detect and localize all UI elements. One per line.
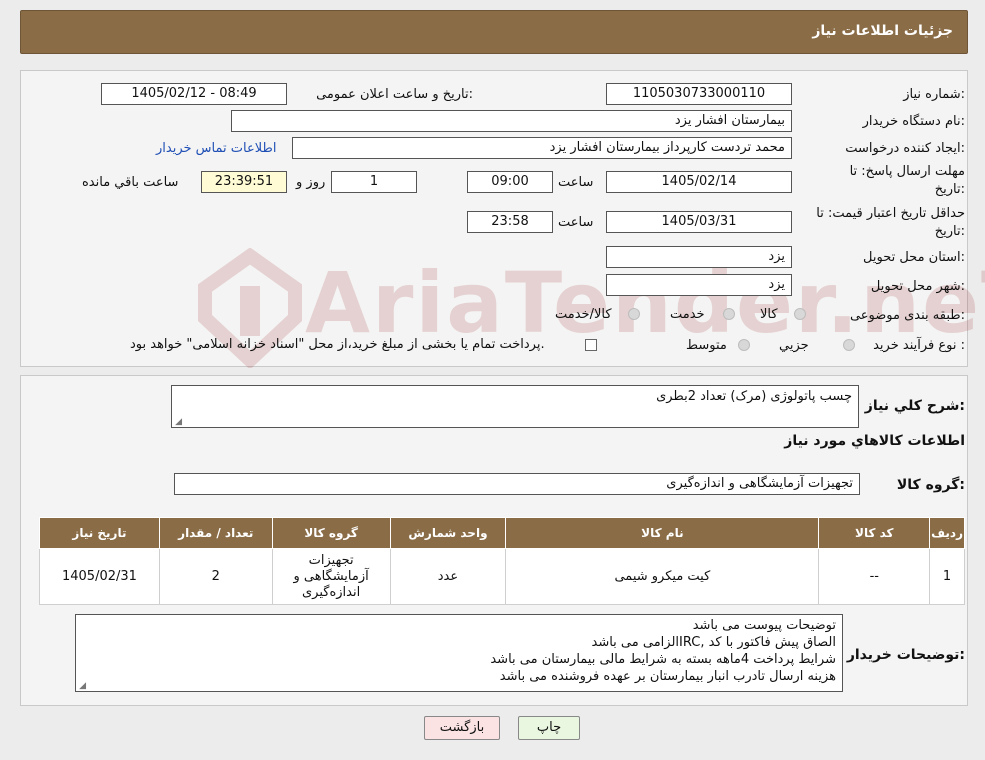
purchase-note: پرداخت تمام یا بخشی از مبلغ خرید،از محل …: [130, 337, 545, 352]
buyer-org-label: نام دستگاه خریدار:: [862, 114, 965, 129]
back-button[interactable]: بازگشت: [424, 716, 500, 740]
validity-time-label: ساعت: [558, 215, 594, 230]
summary-text: چسب پاتولوژی (مرک) تعداد 2بطری: [656, 389, 852, 404]
need-number-field[interactable]: 1105030733000110: [606, 83, 792, 105]
buyer-notes-line: توضیحات پیوست می باشد: [692, 618, 836, 633]
goods-group-label: گروه کالا:: [896, 477, 965, 493]
buyer-notes-line: شرایط پرداخت 4ماهه بسته به شرایط مالی بی…: [490, 652, 836, 667]
days-remaining-field[interactable]: 1: [331, 171, 417, 193]
col-unit: واحد شمارش: [389, 517, 507, 549]
resize-grip-icon[interactable]: ◢: [174, 418, 182, 427]
treasury-checkbox[interactable]: [585, 339, 597, 351]
creator-field[interactable]: محمد تردست کارپرداز بیمارستان افشار یزد: [292, 137, 792, 159]
validity-date-field[interactable]: 1405/03/31: [606, 211, 792, 233]
buyer-notes-line: هزینه ارسال تادرب انبار بیمارستان بر عهد…: [499, 669, 836, 684]
city-field[interactable]: یزد: [606, 274, 792, 296]
deadline-time-label: ساعت: [558, 175, 594, 190]
validity-label-line2: تاریخ:: [934, 224, 965, 239]
col-item-code: کد کالا: [818, 517, 931, 549]
col-item-name: نام کالا: [505, 517, 820, 549]
buyer-notes-textarea[interactable]: توضیحات پیوست می باشد الصاق پیش فاکتور ب…: [75, 614, 843, 692]
province-field[interactable]: یزد: [606, 246, 792, 268]
cell-item-group: تجهیزات آزمایشگاهی و اندازه‌گیری: [271, 548, 391, 605]
category-service-radio[interactable]: [723, 308, 735, 320]
cell-item-name: کیت میکرو شیمی: [505, 548, 820, 605]
validity-label: حداقل تاریخ اعتبار قیمت: تا: [816, 206, 965, 221]
purchase-medium-radio[interactable]: [738, 339, 750, 351]
col-row-number: ردیف: [929, 517, 965, 549]
resize-grip-icon[interactable]: ◢: [78, 682, 86, 691]
deadline-label: مهلت ارسال پاسخ: تا: [849, 164, 965, 179]
category-goods-service-label: کالا/خدمت: [555, 307, 612, 322]
announce-label: تاریخ و ساعت اعلان عمومی:: [316, 87, 473, 102]
purchase-minor-radio[interactable]: [843, 339, 855, 351]
col-item-group: گروه کالا: [271, 517, 391, 549]
category-service-label: خدمت: [670, 307, 705, 322]
creator-label: ایجاد کننده درخواست:: [845, 141, 965, 156]
summary-label: شرح کلي نياز:: [864, 398, 965, 414]
category-goods-label: کالا: [760, 307, 778, 322]
need-number-label: شماره نیاز:: [903, 87, 965, 102]
page-header: جزئیات اطلاعات نیاز: [20, 10, 968, 54]
purchase-medium-label: متوسط: [686, 338, 727, 353]
cell-quantity: 2: [158, 548, 273, 605]
print-button[interactable]: چاپ: [518, 716, 580, 740]
buyer-org-field[interactable]: بیمارستان افشار یزد: [231, 110, 792, 132]
deadline-label-line2: تاریخ:: [934, 182, 965, 197]
validity-time-field[interactable]: 23:58: [467, 211, 553, 233]
remaining-time-field[interactable]: 23:39:51: [201, 171, 287, 193]
items-table: ردیف کد کالا نام کالا واحد شمارش گروه کا…: [39, 517, 965, 605]
goods-group-field[interactable]: تجهیزات آزمایشگاهی و اندازه‌گیری: [174, 473, 860, 495]
items-table-header: ردیف کد کالا نام کالا واحد شمارش گروه کا…: [39, 517, 965, 549]
buyer-contact-link[interactable]: اطلاعات تماس خریدار: [156, 141, 276, 156]
cell-row-number: 1: [929, 548, 965, 605]
category-goods-radio[interactable]: [794, 308, 806, 320]
remaining-label: ساعت باقي مانده: [82, 175, 179, 190]
announce-field[interactable]: 1405/02/12 - 08:49: [101, 83, 287, 105]
cell-unit: عدد: [389, 548, 507, 605]
purchase-type-label: نوع فرآیند خرید :: [873, 338, 965, 353]
buyer-notes-label: توضیحات خریدار:: [846, 647, 965, 663]
province-label: استان محل تحویل:: [863, 250, 965, 265]
deadline-date-field[interactable]: 1405/02/14: [606, 171, 792, 193]
city-label: شهر محل تحویل:: [870, 279, 965, 294]
category-label: طبقه بندی موضوعی:: [849, 308, 965, 323]
buyer-notes-line: الصاق پیش فاکتور با کد ,IRCالزامی می باش…: [591, 635, 837, 650]
goods-info-title: اطلاعات کالاهاي مورد نياز: [784, 433, 965, 449]
table-row: 1 -- کیت میکرو شیمی عدد تجهیزات آزمایشگا…: [39, 548, 965, 605]
cell-need-date: 1405/02/31: [39, 548, 160, 605]
col-need-date: تاریخ نیاز: [39, 517, 160, 549]
summary-textarea[interactable]: چسب پاتولوژی (مرک) تعداد 2بطری ◢: [171, 385, 859, 428]
col-quantity: تعداد / مقدار: [158, 517, 273, 549]
cell-item-code: --: [818, 548, 931, 605]
deadline-time-field[interactable]: 09:00: [467, 171, 553, 193]
page-title: جزئیات اطلاعات نیاز: [812, 23, 953, 39]
purchase-minor-label: جزيي: [779, 338, 809, 353]
category-goods-service-radio[interactable]: [628, 308, 640, 320]
days-label: روز و: [296, 175, 326, 190]
